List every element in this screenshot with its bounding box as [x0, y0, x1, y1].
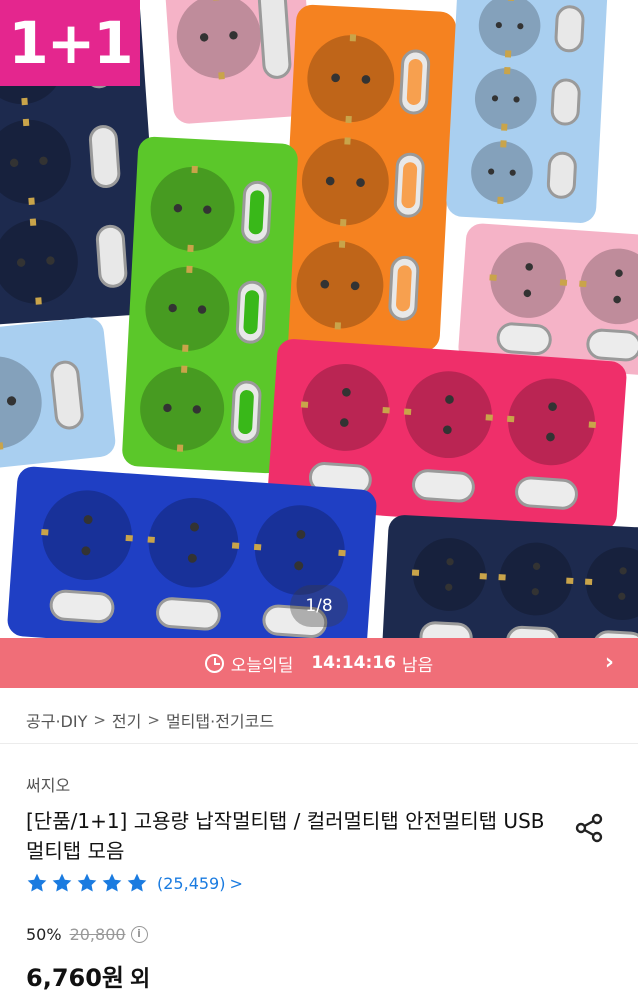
info-icon[interactable]: i: [130, 926, 148, 943]
sale-price-suffix: 외: [130, 967, 151, 992]
todays-deal-label: 오늘의딜: [230, 655, 294, 676]
breadcrumb-item-tools-diy[interactable]: 공구·DIY: [26, 708, 87, 732]
original-price: 20,800: [69, 925, 126, 944]
sale-price-line: 6,760원 외: [26, 958, 150, 993]
multitap-product-photo: [0, 0, 638, 638]
chevron-right-icon: >: [147, 711, 160, 729]
navy-multitap-bottom-right: [382, 515, 638, 638]
one-plus-one-badge: 1+1: [0, 0, 140, 86]
todays-deal-timer-bar[interactable]: 오늘의딜 14:14:16 남음 ›: [0, 638, 638, 688]
star-icon: [27, 873, 47, 892]
product-image-carousel[interactable]: 1+1 1/8: [0, 0, 638, 638]
chevron-right-icon: >: [93, 711, 106, 729]
clock-icon: [204, 653, 224, 673]
chevron-right-icon[interactable]: ›: [605, 650, 614, 675]
green-multitap: [122, 136, 298, 474]
countdown-suffix: 남음: [401, 655, 434, 676]
star-icon: [102, 873, 122, 892]
section-divider: [0, 743, 638, 744]
star-icon: [52, 873, 72, 892]
light-blue-multitap-top-right: [446, 0, 608, 223]
orange-multitap: [280, 4, 456, 352]
breadcrumb-item-multitap[interactable]: 멀티탭·전기코드: [166, 708, 274, 732]
share-icon[interactable]: [572, 811, 606, 845]
price-line: 50% 20,800 i: [26, 925, 148, 944]
sale-price: 6,760원: [26, 964, 124, 992]
star-icon: [127, 873, 147, 892]
star-rating: [26, 872, 151, 894]
chevron-right-icon[interactable]: >: [229, 874, 242, 893]
discount-rate: 50%: [26, 925, 62, 944]
brand-name[interactable]: 써지오: [26, 772, 70, 796]
countdown-time: 14:14:16: [311, 653, 396, 673]
breadcrumb-item-electric[interactable]: 전기: [112, 708, 141, 732]
pink-multitap-top: [162, 0, 314, 124]
review-count[interactable]: (25,459): [157, 874, 225, 893]
image-counter: 1/8: [290, 585, 348, 627]
breadcrumb: 공구·DIY > 전기 > 멀티탭·전기코드: [26, 708, 274, 732]
rating-summary[interactable]: (25,459) >: [26, 872, 243, 894]
light-blue-multitap-left: [0, 317, 116, 473]
star-icon: [77, 873, 97, 892]
product-title: [단품/1+1] 고용량 납작멀티탭 / 컬러멀티탭 안전멀티탭 USB멀티탭 …: [26, 809, 545, 863]
